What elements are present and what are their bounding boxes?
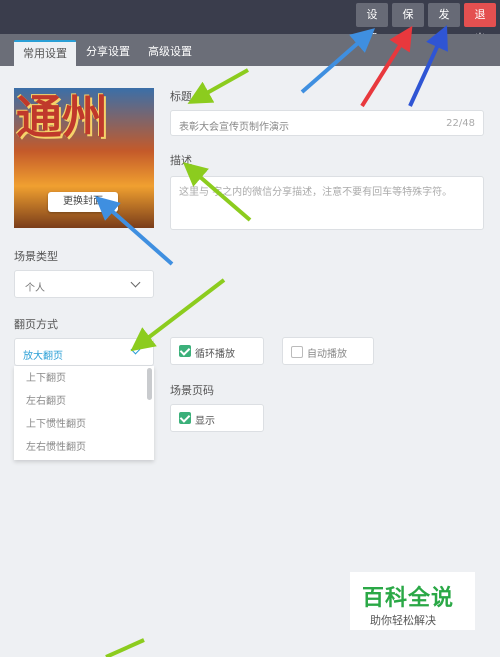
cover-char: 州: [62, 90, 108, 144]
arrow-bottom: [105, 638, 145, 657]
checkbox-checked-icon: [179, 345, 191, 357]
loop-play-checkbox[interactable]: 循环播放: [170, 337, 264, 365]
dropdown-option[interactable]: 左右惯性翻页: [14, 436, 146, 459]
scene-type-label: 场景类型: [14, 250, 58, 263]
watermark-subtitle: 助你轻松解决: [370, 614, 436, 627]
page-number-checkbox[interactable]: 显示: [170, 404, 264, 432]
title-label: 标题: [170, 90, 192, 103]
chevron-down-icon: [130, 277, 141, 288]
dropdown-option[interactable]: 上下翻页: [14, 367, 146, 390]
description-placeholder: 这里与 字之内的微信分享描述，注意不要有回车等特殊字符。: [179, 187, 453, 198]
save-button[interactable]: 保存: [392, 3, 424, 45]
page-number-option-label: 显示: [195, 416, 215, 427]
checkbox-checked-icon: [179, 412, 191, 424]
title-input[interactable]: 表彰大会宣传页制作演示 22/48: [170, 110, 484, 136]
arrow-to-title: [187, 68, 249, 104]
tab-share-settings[interactable]: 分享设置: [80, 40, 136, 66]
settings-tabs: 常用设置 分享设置 高级设置: [0, 34, 500, 66]
page-flip-label: 翻页方式: [14, 318, 58, 331]
page-flip-dropdown: 上下翻页 左右翻页 上下惯性翻页 左右惯性翻页: [14, 366, 154, 460]
chevron-down-icon: [130, 344, 141, 355]
dropdown-scrollbar[interactable]: [147, 368, 152, 400]
settings-button[interactable]: 设置: [356, 3, 388, 45]
loop-play-label: 循环播放: [195, 349, 235, 360]
publish-button[interactable]: 发布: [428, 3, 460, 45]
description-label: 描述: [170, 154, 192, 167]
watermark-logo: 百科全说 助你轻松解决: [350, 572, 475, 630]
change-cover-button[interactable]: 更换封面: [48, 192, 118, 212]
checkbox-unchecked-icon: [291, 346, 303, 358]
auto-play-label: 自动播放: [307, 349, 347, 360]
scene-type-value: 个人: [25, 283, 45, 294]
exit-button[interactable]: 退出: [464, 3, 496, 45]
description-textarea[interactable]: 这里与 字之内的微信分享描述，注意不要有回车等特殊字符。: [170, 176, 484, 230]
cover-char: 通: [16, 90, 62, 144]
tab-common-settings[interactable]: 常用设置: [14, 40, 76, 66]
title-input-value: 表彰大会宣传页制作演示: [179, 122, 289, 133]
tab-advanced-settings[interactable]: 高级设置: [142, 40, 198, 66]
dropdown-option[interactable]: 上下惯性翻页: [14, 413, 146, 436]
auto-play-checkbox[interactable]: 自动播放: [282, 337, 374, 365]
title-char-counter: 22/48: [446, 118, 475, 129]
scene-type-select[interactable]: 个人: [14, 270, 154, 298]
page-number-label: 场景页码: [170, 384, 214, 397]
watermark-title: 百科全说: [362, 586, 455, 611]
dropdown-option[interactable]: 左右翻页: [14, 390, 146, 413]
top-toolbar: 设置 保存 发布 退出: [0, 0, 500, 45]
page-flip-value: 放大翻页: [23, 351, 63, 362]
page-flip-select[interactable]: 放大翻页: [14, 338, 154, 366]
